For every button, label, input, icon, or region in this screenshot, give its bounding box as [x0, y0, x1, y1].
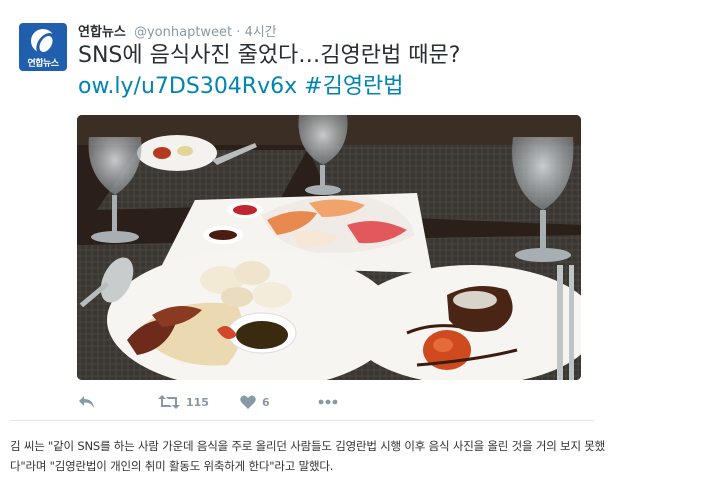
tweet-header: 연합뉴스 @yonhaptweet · 4시간: [78, 21, 277, 40]
like-button[interactable]: 6: [240, 392, 270, 412]
display-name[interactable]: 연합뉴스: [78, 25, 126, 40]
tweet-hashtag[interactable]: #김영란법: [304, 74, 403, 99]
user-handle[interactable]: @yonhaptweet: [134, 25, 232, 40]
yonhap-logo-icon: [31, 29, 55, 53]
avatar[interactable]: 연합뉴스: [19, 23, 67, 71]
retweet-button[interactable]: 115: [158, 392, 209, 412]
retweet-count: 115: [186, 395, 209, 409]
tweet-photo[interactable]: [77, 115, 581, 380]
reply-button[interactable]: [78, 392, 96, 412]
food-photo-image: [77, 115, 581, 380]
divider: [10, 420, 594, 421]
more-icon: [318, 399, 338, 405]
tweet-link[interactable]: ow.ly/u7DS304Rv6x: [78, 74, 297, 99]
like-count: 6: [262, 395, 270, 409]
retweet-icon: [158, 395, 180, 409]
tweet-text-line: SNS에 음식사진 줄었다…김영란법 때문?: [78, 43, 461, 68]
tweet-text: SNS에 음식사진 줄었다…김영란법 때문? ow.ly/u7DS304Rv6x…: [78, 40, 678, 102]
avatar-logo-text: 연합뉴스: [27, 59, 59, 69]
tweet-timestamp[interactable]: 4시간: [245, 25, 277, 40]
reply-icon: [79, 396, 94, 408]
header-separator: ·: [236, 25, 241, 40]
more-button[interactable]: [318, 392, 338, 412]
caption-line: 다"라며 "김영란법이 개인의 취미 활동도 위축하게 한다"라고 말했다.: [10, 459, 334, 473]
heart-icon: [240, 395, 256, 409]
article-caption: 김 씨는 "같이 SNS를 하는 사람 가운데 음식을 주로 올리던 사람들도 …: [10, 436, 700, 476]
caption-line: 김 씨는 "같이 SNS를 하는 사람 가운데 음식을 주로 올리던 사람들도 …: [10, 439, 606, 453]
tweet-card: 연합뉴스 연합뉴스 @yonhaptweet · 4시간 SNS에 음식사진 줄…: [0, 0, 703, 420]
